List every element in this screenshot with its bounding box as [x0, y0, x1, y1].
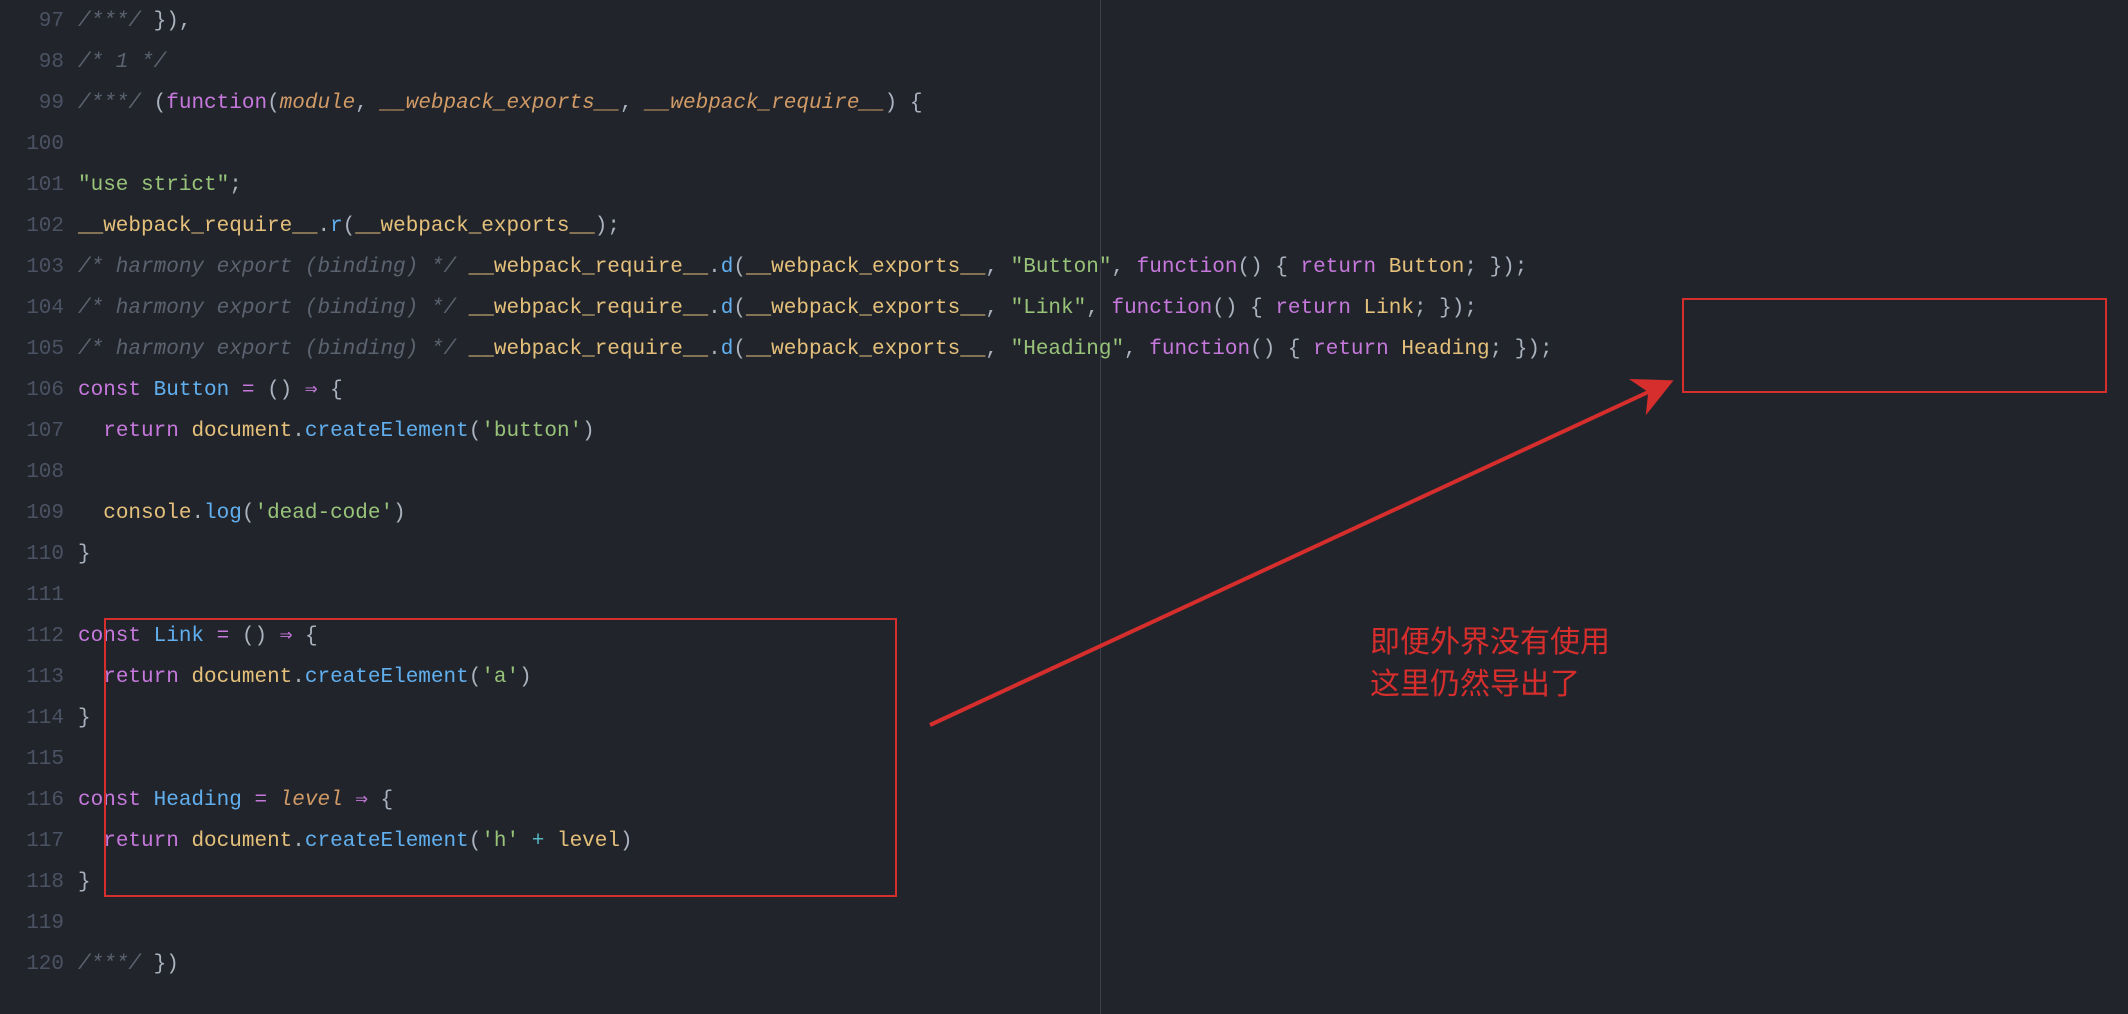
line-number: 103: [0, 247, 64, 288]
code-line[interactable]: [78, 739, 2128, 780]
annotation-line-1: 即便外界没有使用: [1370, 622, 1610, 664]
code-line[interactable]: "use strict";: [78, 165, 2128, 206]
line-number: 118: [0, 862, 64, 903]
code-line[interactable]: return document.createElement('h' + leve…: [78, 821, 2128, 862]
code-line[interactable]: /* harmony export (binding) */ __webpack…: [78, 329, 2128, 370]
line-number: 116: [0, 780, 64, 821]
line-number: 120: [0, 944, 64, 985]
code-line[interactable]: const Button = () ⇒ {: [78, 370, 2128, 411]
code-line[interactable]: __webpack_require__.r(__webpack_exports_…: [78, 206, 2128, 247]
line-number: 105: [0, 329, 64, 370]
line-number: 106: [0, 370, 64, 411]
code-line[interactable]: /* 1 */: [78, 42, 2128, 83]
code-editor[interactable]: 9798991001011021031041051061071081091101…: [0, 0, 2128, 1014]
code-line[interactable]: }: [78, 534, 2128, 575]
code-line[interactable]: [78, 124, 2128, 165]
annotation-line-2: 这里仍然导出了: [1370, 664, 1610, 706]
code-line[interactable]: const Link = () ⇒ {: [78, 616, 2128, 657]
code-line[interactable]: [78, 903, 2128, 944]
code-line[interactable]: return document.createElement('a'): [78, 657, 2128, 698]
code-line[interactable]: /***/ (function(module, __webpack_export…: [78, 83, 2128, 124]
line-number: 99: [0, 83, 64, 124]
line-number: 110: [0, 534, 64, 575]
line-number: 104: [0, 288, 64, 329]
line-number: 97: [0, 1, 64, 42]
code-line[interactable]: /***/ }),: [78, 1, 2128, 42]
code-content[interactable]: /***/ }),/* 1 *//***/ (function(module, …: [78, 0, 2128, 1014]
line-number: 119: [0, 903, 64, 944]
line-number: 111: [0, 575, 64, 616]
code-line[interactable]: /* harmony export (binding) */ __webpack…: [78, 247, 2128, 288]
line-number-gutter: 9798991001011021031041051061071081091101…: [0, 0, 78, 1014]
code-line[interactable]: const Heading = level ⇒ {: [78, 780, 2128, 821]
line-number: 107: [0, 411, 64, 452]
code-line[interactable]: /***/ }): [78, 944, 2128, 985]
line-number: 112: [0, 616, 64, 657]
annotation-text: 即便外界没有使用 这里仍然导出了: [1370, 622, 1610, 706]
line-number: 100: [0, 124, 64, 165]
line-number: 98: [0, 42, 64, 83]
code-line[interactable]: }: [78, 698, 2128, 739]
code-line[interactable]: }: [78, 862, 2128, 903]
line-number: 102: [0, 206, 64, 247]
line-number: 113: [0, 657, 64, 698]
line-number: 101: [0, 165, 64, 206]
line-number: 109: [0, 493, 64, 534]
line-number: 114: [0, 698, 64, 739]
code-line[interactable]: /* harmony export (binding) */ __webpack…: [78, 288, 2128, 329]
code-line[interactable]: console.log('dead-code'): [78, 493, 2128, 534]
code-line[interactable]: [78, 575, 2128, 616]
code-line[interactable]: return document.createElement('button'): [78, 411, 2128, 452]
line-number: 115: [0, 739, 64, 780]
line-number: 117: [0, 821, 64, 862]
code-line[interactable]: [78, 452, 2128, 493]
line-number: 108: [0, 452, 64, 493]
